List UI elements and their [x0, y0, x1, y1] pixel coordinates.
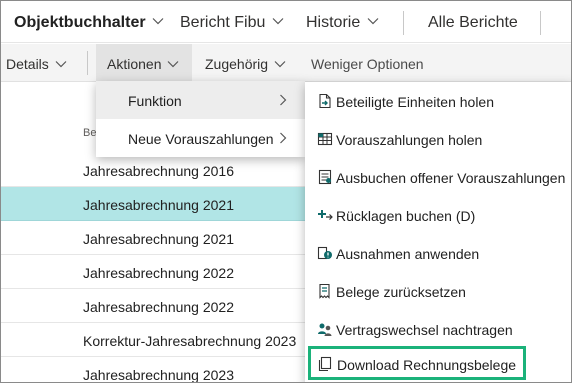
row-label[interactable]: Jahresabrechnung 2021 [83, 187, 234, 223]
document-arrow-icon [319, 93, 331, 109]
action-label: Details [6, 56, 49, 72]
nav-alle-berichte[interactable]: Alle Berichte [428, 1, 518, 43]
people-swap-icon [318, 323, 332, 336]
row-label[interactable]: Jahresabrechnung 2023 [83, 357, 234, 382]
row-label[interactable]: Jahresabrechnung 2022 [83, 289, 234, 325]
menu-item-label: Rücklagen buchen (D) [336, 208, 476, 224]
menu-item-label: Belege zurücksetzen [336, 284, 466, 300]
action-details[interactable]: Details [6, 44, 67, 82]
menu-item-vertragswechsel-nachtragen[interactable]: Vertragswechsel nachtragen [305, 310, 571, 348]
action-label: Weniger Optionen [311, 56, 424, 72]
menu-item-download-rechnungsbelege[interactable]: Download Rechnungsbelege [308, 346, 526, 380]
menu-item-label: Ausnahmen anwenden [336, 246, 480, 262]
chevron-down-icon [367, 18, 379, 25]
row-label[interactable]: Korrektur-Jahresabrechnung 2023 [83, 323, 296, 359]
chevron-down-icon [272, 18, 284, 25]
column-header[interactable]: Be [83, 127, 96, 139]
app-window: Objektbuchhalter Bericht Fibu Historie A… [0, 0, 572, 383]
row-label[interactable]: Jahresabrechnung 2021 [83, 221, 234, 257]
top-navigation: Objektbuchhalter Bericht Fibu Historie A… [1, 1, 571, 43]
action-weniger-optionen[interactable]: Weniger Optionen [311, 44, 424, 82]
action-bar: Details Aktionen Zugehörig Weniger Optio… [1, 44, 571, 82]
funktion-submenu: Beteiligte Einheiten holen Vorauszahlung… [305, 82, 571, 382]
action-label: Zugehörig [205, 56, 269, 72]
nav-label: Historie [306, 14, 361, 31]
nav-divider [540, 11, 541, 35]
menu-item-label: Funktion [128, 93, 182, 109]
menu-item-vorauszahlungen-holen[interactable]: Vorauszahlungen holen [305, 120, 571, 158]
nav-divider [403, 11, 404, 35]
chevron-right-icon [280, 132, 287, 144]
chevron-down-icon [167, 60, 179, 68]
row-label[interactable]: Jahresabrechnung 2022 [83, 255, 234, 291]
menu-item-label: Vorauszahlungen holen [336, 132, 483, 148]
receipt-reset-icon [319, 283, 330, 299]
menu-item-ausnahmen-anwenden[interactable]: Ausnahmen anwenden [305, 234, 571, 272]
menu-item-label: Ausbuchen offener Vorauszahlungen [336, 170, 566, 186]
chevron-down-icon [55, 60, 67, 68]
menu-item-ruecklagen-buchen[interactable]: Rücklagen buchen (D) [305, 196, 571, 234]
nav-bericht-fibu[interactable]: Bericht Fibu [180, 1, 284, 43]
plus-arrow-icon [318, 210, 333, 220]
action-aktionen[interactable]: Aktionen [96, 44, 192, 82]
menu-item-label: Beteiligte Einheiten holen [336, 94, 495, 110]
menu-item-funktion[interactable]: Funktion [96, 81, 305, 119]
nav-label: Alle Berichte [428, 14, 518, 31]
chevron-down-icon [152, 18, 164, 25]
ledger-icon [318, 169, 332, 185]
menu-item-ausbuchen-offener-vorauszahlungen[interactable]: Ausbuchen offener Vorauszahlungen [305, 158, 571, 196]
copy-document-icon [318, 356, 332, 372]
aktionen-menu: Funktion Neue Vorauszahlungen [96, 81, 305, 157]
chevron-down-icon [274, 60, 286, 68]
menu-item-label: Vertragswechsel nachtragen [336, 322, 513, 338]
nav-label: Objektbuchhalter [14, 14, 146, 31]
menu-item-label: Download Rechnungsbelege [337, 357, 517, 373]
action-zugehoerig[interactable]: Zugehörig [205, 44, 286, 82]
action-label: Aktionen [107, 56, 162, 72]
chevron-right-icon [280, 94, 287, 106]
menu-item-label: Neue Vorauszahlungen [128, 131, 274, 147]
exception-icon [317, 246, 332, 260]
action-divider [87, 51, 88, 75]
nav-objektbuchhalter[interactable]: Objektbuchhalter [14, 1, 164, 43]
nav-historie[interactable]: Historie [306, 1, 379, 43]
menu-item-belege-zuruecksetzen[interactable]: Belege zurücksetzen [305, 272, 571, 310]
nav-label: Bericht Fibu [180, 14, 266, 31]
grid-icon [317, 132, 333, 146]
menu-item-neue-vorauszahlungen[interactable]: Neue Vorauszahlungen [96, 119, 305, 157]
menu-item-beteiligte-einheiten-holen[interactable]: Beteiligte Einheiten holen [305, 82, 571, 120]
